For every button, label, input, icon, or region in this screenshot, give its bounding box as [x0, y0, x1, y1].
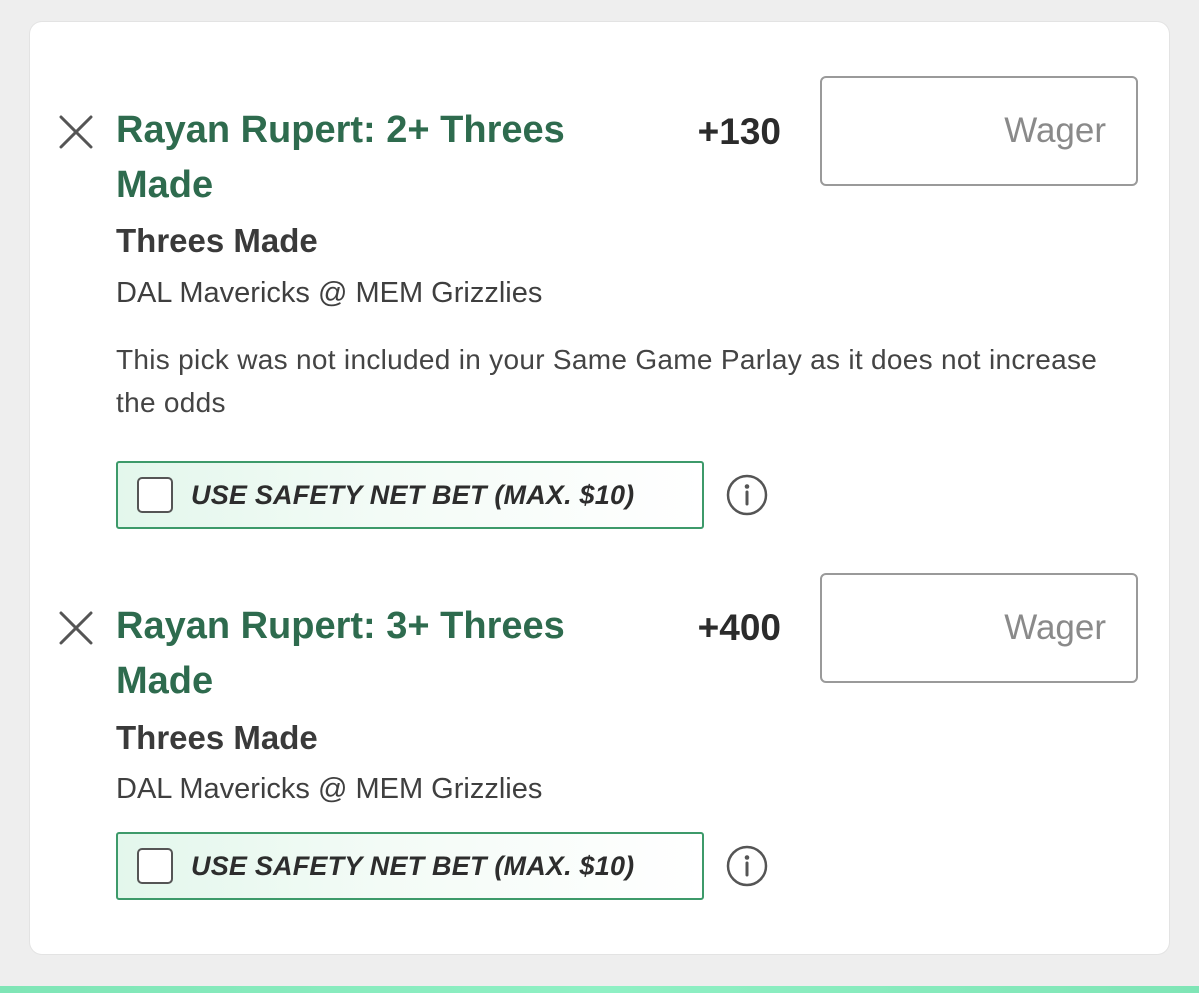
- bottom-accent-bar: [0, 986, 1199, 993]
- pick-odds: +130: [697, 111, 781, 152]
- info-icon[interactable]: [726, 474, 768, 516]
- safety-net-label: USE SAFETY NET BET (MAX. $10): [191, 479, 635, 510]
- pick-title: Rayan Rupert: 2+ Threes Made: [116, 109, 565, 206]
- pick-matchup: DAL Mavericks @ MEM Grizzlies: [116, 773, 543, 805]
- remove-pick-button[interactable]: [58, 610, 94, 646]
- pick-market: Threes Made: [116, 719, 318, 756]
- pick-market: Threes Made: [116, 222, 318, 259]
- close-icon: [59, 115, 93, 149]
- close-icon: [59, 611, 93, 645]
- pick-matchup: DAL Mavericks @ MEM Grizzlies: [116, 277, 543, 309]
- bet-slip-card: Rayan Rupert: 2+ Threes Made +130 Threes…: [30, 22, 1169, 954]
- pick-title: Rayan Rupert: 3+ Threes Made: [116, 605, 565, 702]
- safety-net-checkbox[interactable]: [137, 848, 173, 884]
- safety-net-toggle[interactable]: USE SAFETY NET BET (MAX. $10): [116, 832, 704, 900]
- wager-input[interactable]: [820, 573, 1138, 683]
- sgp-exclusion-notice: This pick was not included in your Same …: [116, 344, 1098, 418]
- safety-net-toggle[interactable]: USE SAFETY NET BET (MAX. $10): [116, 461, 704, 529]
- info-icon[interactable]: [726, 845, 768, 887]
- wager-input[interactable]: [820, 76, 1138, 186]
- pick-odds: +400: [697, 607, 781, 648]
- safety-net-label: USE SAFETY NET BET (MAX. $10): [191, 850, 635, 881]
- safety-net-checkbox[interactable]: [137, 477, 173, 513]
- remove-pick-button[interactable]: [58, 114, 94, 150]
